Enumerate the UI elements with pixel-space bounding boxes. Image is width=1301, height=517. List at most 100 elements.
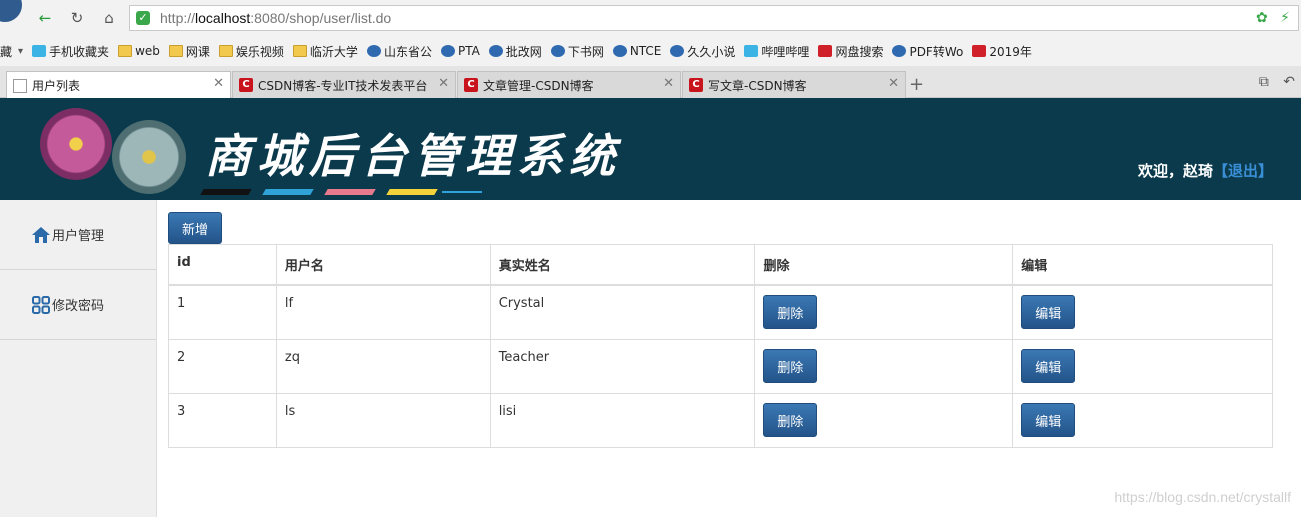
- close-icon[interactable]: ✕: [663, 76, 674, 91]
- tab-list-icon[interactable]: ⧉: [1259, 74, 1269, 90]
- tab-write-article[interactable]: C 写文章-CSDN博客 ✕: [682, 71, 906, 98]
- cell-id: 2: [168, 339, 277, 394]
- bookmark-item[interactable]: 山东省公: [366, 43, 432, 60]
- bookmark-item[interactable]: 哔哩哔哩: [744, 43, 809, 60]
- bookmark-item[interactable]: 娱乐视频: [218, 43, 284, 60]
- add-button[interactable]: 新增: [168, 212, 222, 244]
- tab-label: 文章管理-CSDN博客: [483, 78, 594, 93]
- bookmark-label: PDF转Wo: [909, 44, 964, 59]
- bookmark-item[interactable]: 临沂大学: [292, 43, 358, 60]
- lightning-icon[interactable]: ⚡: [1280, 10, 1290, 26]
- bookmark-item[interactable]: 网课: [168, 43, 210, 60]
- tab-label: 用户列表: [32, 79, 81, 93]
- sidebar-item-label: 修改密码: [52, 299, 105, 314]
- table-row: 2 zq Teacher 删除 编辑: [168, 339, 1273, 394]
- sidebar-item-user-management[interactable]: 用户管理: [0, 200, 156, 270]
- tab-label: CSDN博客-专业IT技术发表平台: [258, 78, 428, 93]
- bookmarks-bar: 藏 ▾ 手机收藏夹 web 网课 娱乐视频 临沂大学 山东省公 PTA 批改网 下书网 NTCE 久久…: [0, 36, 1301, 66]
- welcome-label: 欢迎，赵琦: [1137, 162, 1213, 180]
- bookmark-label: 网课: [185, 44, 210, 59]
- chevron-down-icon[interactable]: ▾: [18, 46, 23, 57]
- undo-close-icon[interactable]: ↶: [1283, 74, 1295, 90]
- folder-icon: [118, 45, 133, 57]
- edit-button[interactable]: 编辑: [1021, 295, 1076, 329]
- watermark: https://blog.csdn.net/crystallf: [1114, 489, 1291, 505]
- delete-button[interactable]: 删除: [763, 349, 818, 383]
- bookmark-item[interactable]: PTA: [440, 44, 480, 58]
- home-icon[interactable]: ⌂: [98, 8, 120, 28]
- decor-stripes: [192, 189, 502, 197]
- site-header: 商城后台管理系统 欢迎，赵琦【退出】: [0, 98, 1301, 200]
- cell-delete: 删除: [754, 393, 1014, 448]
- cell-username: zq: [275, 339, 491, 394]
- back-icon[interactable]: ←: [34, 8, 56, 28]
- cell-edit: 编辑: [1012, 339, 1273, 394]
- main-content: 新增 id 用户名 真实姓名 删除 编辑 1 lf Crystal 删除 编辑 …: [168, 212, 1273, 448]
- bookmark-label: 下书网: [567, 44, 604, 59]
- bookmark-item[interactable]: 批改网: [488, 43, 542, 60]
- bookmark-item[interactable]: 下书网: [550, 43, 604, 60]
- bookmark-label: 网盘搜索: [835, 44, 884, 59]
- edit-button[interactable]: 编辑: [1021, 403, 1076, 437]
- bookmark-item[interactable]: NTCE: [612, 44, 662, 58]
- column-header-username: 用户名: [275, 244, 491, 286]
- bookmark-label: 久久小说: [687, 44, 736, 59]
- flower-image: [112, 120, 186, 194]
- tab-csdn-home[interactable]: C CSDN博客-专业IT技术发表平台 ✕: [232, 71, 456, 98]
- bilibili-icon: [744, 45, 759, 57]
- cell-username: ls: [275, 393, 491, 448]
- pdf-icon: [892, 45, 907, 57]
- bookmark-item[interactable]: web: [118, 44, 160, 58]
- browser-logo-icon[interactable]: [0, 0, 22, 22]
- cell-username: lf: [275, 284, 491, 340]
- site-icon: [612, 45, 627, 57]
- table-row: 3 ls lisi 删除 编辑: [168, 393, 1273, 448]
- delete-button[interactable]: 删除: [763, 295, 818, 329]
- bookmark-item[interactable]: 手机收藏夹: [32, 43, 109, 60]
- address-bar-actions: ✿ ⚡: [1248, 10, 1290, 26]
- reload-icon[interactable]: ↻: [66, 8, 88, 28]
- bookmark-item[interactable]: PDF转Wo: [892, 43, 963, 60]
- tab-strip: 用户列表 ✕ C CSDN博客-专业IT技术发表平台 ✕ C 文章管理-CSDN…: [0, 66, 1301, 99]
- sidebar-item-change-password[interactable]: 修改密码: [0, 270, 156, 340]
- close-icon[interactable]: ✕: [213, 76, 224, 91]
- bookmark-item[interactable]: 藏 ▾: [0, 43, 23, 60]
- tab-article-manage[interactable]: C 文章管理-CSDN博客 ✕: [457, 71, 681, 98]
- bookmark-label: web: [135, 44, 160, 58]
- delete-button[interactable]: 删除: [763, 403, 818, 437]
- address-bar[interactable]: ✓ http://localhost:8080/shop/user/list.d…: [129, 5, 1299, 31]
- new-tab-icon[interactable]: +: [909, 74, 924, 95]
- bookmark-label: 藏: [0, 44, 13, 59]
- welcome-text: 欢迎，赵琦【退出】: [1138, 160, 1273, 181]
- cell-edit: 编辑: [1012, 393, 1273, 448]
- table-header-row: id 用户名 真实姓名 删除 编辑: [168, 244, 1273, 286]
- site-icon: [488, 45, 503, 57]
- close-icon[interactable]: ✕: [438, 76, 449, 91]
- cell-realname: Teacher: [489, 339, 756, 394]
- bookmark-label: 批改网: [505, 44, 542, 59]
- logout-link[interactable]: 【退出】: [1213, 162, 1273, 180]
- edit-button[interactable]: 编辑: [1021, 349, 1076, 383]
- folder-icon: [292, 45, 307, 57]
- bookmark-label: NTCE: [629, 44, 662, 58]
- flower-image: [40, 108, 112, 180]
- loading-icon[interactable]: ✿: [1256, 10, 1268, 26]
- grid-icon: [32, 295, 50, 314]
- sidebar-item-label: 用户管理: [52, 229, 105, 244]
- bookmark-item[interactable]: 网盘搜索: [818, 43, 883, 60]
- sidebar: 用户管理 修改密码: [0, 200, 157, 517]
- site-icon: [670, 45, 685, 57]
- cell-id: 3: [168, 393, 277, 448]
- close-icon[interactable]: ✕: [888, 76, 899, 91]
- home-icon: [32, 226, 50, 243]
- csdn-icon: C: [689, 78, 703, 92]
- site-icon: [440, 45, 455, 57]
- tab-user-list[interactable]: 用户列表 ✕: [6, 71, 231, 99]
- url-text: http://localhost:8080/shop/user/list.do: [160, 10, 392, 26]
- bookmark-label: 手机收藏夹: [49, 44, 110, 59]
- bookmark-label: 山东省公: [383, 44, 432, 59]
- column-header-edit: 编辑: [1012, 244, 1273, 286]
- csdn-icon: C: [464, 78, 478, 92]
- bookmark-item[interactable]: 2019年: [972, 43, 1032, 60]
- bookmark-item[interactable]: 久久小说: [670, 43, 735, 60]
